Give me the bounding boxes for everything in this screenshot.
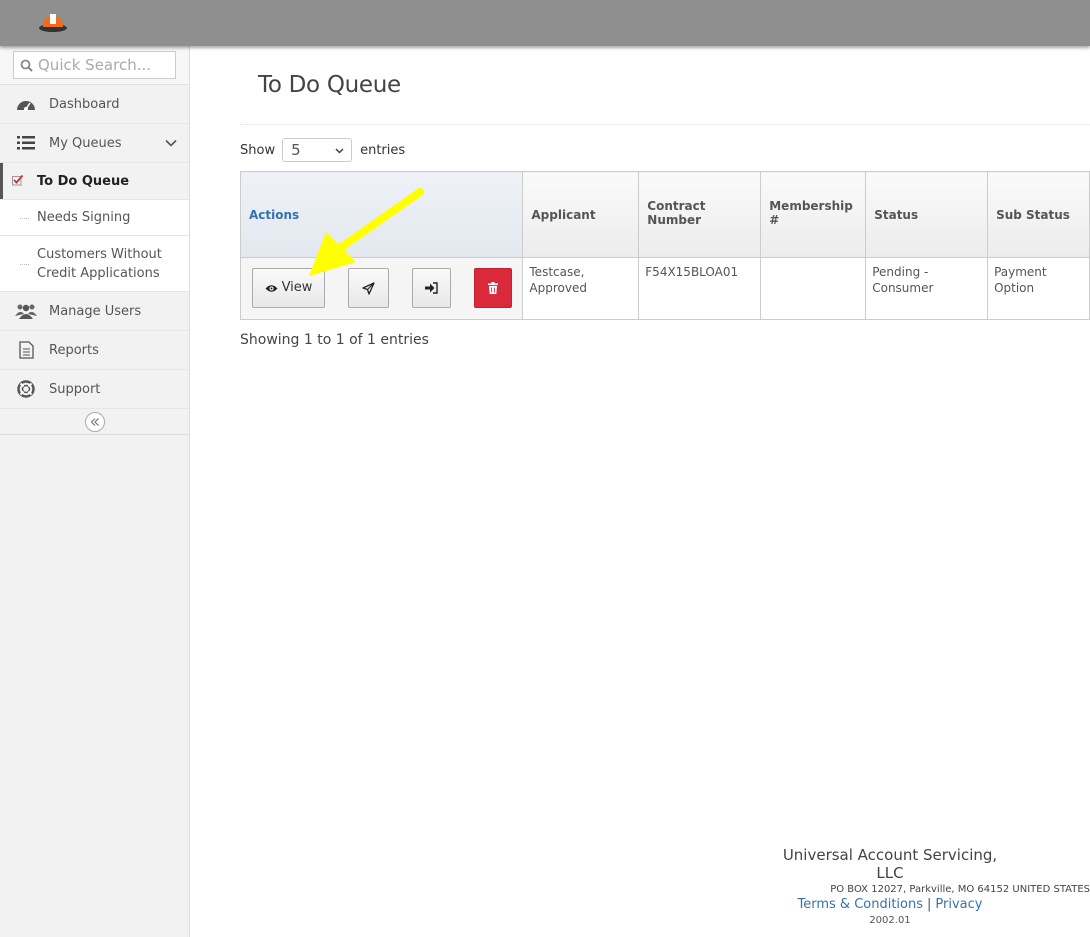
table-header-row: Actions Applicant Contract Number Member… xyxy=(239,171,1090,258)
terms-link[interactable]: Terms & Conditions xyxy=(798,897,924,912)
sidebar-item-label: Reports xyxy=(49,342,99,358)
title-divider xyxy=(240,124,1090,125)
column-header-sub-status[interactable]: Sub Status xyxy=(987,171,1090,258)
applicant-cell: Testcase, Approved xyxy=(522,257,640,320)
footer-address: PO BOX 12027, Parkville, MO 64152 UNITED… xyxy=(830,884,1090,895)
sidebar-item-label: Customers Without Credit Applications xyxy=(37,246,162,281)
actions-cell: View xyxy=(239,257,524,320)
sidebar-item-to-do-queue[interactable]: To Do Queue xyxy=(0,163,189,200)
page-length-select[interactable]: 5 xyxy=(282,138,353,162)
top-bar xyxy=(0,0,1090,46)
column-header-actions[interactable]: Actions xyxy=(239,171,524,258)
page-title: To Do Queue xyxy=(258,72,401,98)
view-button[interactable]: View xyxy=(252,268,325,308)
main-content: To Do Queue Show 5 entries Actions Appli… xyxy=(190,46,1090,937)
contract-number-cell: F54X15BLOA01 xyxy=(638,257,762,320)
sidebar-item-manage-users[interactable]: Manage Users xyxy=(0,292,189,331)
sub-status-cell: Payment Option xyxy=(987,257,1090,320)
footer-links: Terms & Conditions | Privacy xyxy=(670,897,1010,912)
sidebar-item-label: Needs Signing xyxy=(37,210,131,225)
send-button[interactable] xyxy=(348,268,389,308)
privacy-link[interactable]: Privacy xyxy=(935,897,982,912)
paper-plane-icon xyxy=(362,281,375,295)
footer-company: Universal Account Servicing, LLC xyxy=(782,846,998,882)
sidebar-item-label: To Do Queue xyxy=(37,173,130,189)
sidebar-collapse-row xyxy=(0,409,189,435)
quick-search-box[interactable] xyxy=(13,51,176,79)
users-icon xyxy=(15,302,37,320)
column-header-applicant[interactable]: Applicant xyxy=(522,171,640,258)
view-button-label: View xyxy=(281,280,313,295)
sidebar: Dashboard My Queues To Do Queue Needs Si… xyxy=(0,46,190,937)
column-header-status[interactable]: Status xyxy=(865,171,989,258)
dashboard-icon xyxy=(15,95,37,113)
membership-cell xyxy=(760,257,867,320)
checkbox-checked-icon xyxy=(12,174,24,186)
trash-icon xyxy=(488,282,498,294)
search-icon xyxy=(20,59,33,72)
show-label: Show xyxy=(240,142,276,158)
list-icon xyxy=(15,134,37,152)
eye-icon xyxy=(265,284,278,292)
sidebar-item-label: My Queues xyxy=(49,135,122,151)
footer-separator: | xyxy=(927,897,932,912)
table-info: Showing 1 to 1 of 1 entries xyxy=(240,332,429,348)
search-area xyxy=(0,46,189,85)
chevron-down-icon xyxy=(335,148,344,154)
column-header-contract-number[interactable]: Contract Number xyxy=(638,171,762,258)
table-row: View Testcase, Approved F54X15BLOA01 Pen… xyxy=(239,257,1090,320)
sidebar-item-label: Support xyxy=(49,381,101,397)
delete-button[interactable] xyxy=(474,268,512,308)
queue-table: Actions Applicant Contract Number Member… xyxy=(239,171,1090,320)
page-length-control: Show 5 entries xyxy=(240,138,405,162)
quick-search-input[interactable] xyxy=(38,56,168,74)
sidebar-item-my-queues[interactable]: My Queues xyxy=(0,124,189,163)
double-chevron-left-icon xyxy=(90,417,99,426)
status-cell: Pending - Consumer xyxy=(865,257,989,320)
page-length-value: 5 xyxy=(291,141,301,159)
entries-label: entries xyxy=(360,142,406,158)
collapse-sidebar-button[interactable] xyxy=(84,411,105,432)
chevron-down-icon xyxy=(165,139,177,147)
document-icon xyxy=(15,341,37,359)
sidebar-item-customers-without-credit[interactable]: Customers Without Credit Applications xyxy=(0,236,189,292)
sidebar-item-label: Dashboard xyxy=(49,96,120,112)
lifebuoy-icon xyxy=(15,380,37,398)
footer: Universal Account Servicing, LLC PO BOX … xyxy=(670,846,1090,926)
sidebar-item-reports[interactable]: Reports xyxy=(0,331,189,370)
column-header-membership[interactable]: Membership # xyxy=(760,171,867,258)
footer-version: 2002.01 xyxy=(869,915,911,926)
logo-icon[interactable] xyxy=(38,10,68,34)
sidebar-item-dashboard[interactable]: Dashboard xyxy=(0,85,189,124)
sidebar-item-label: Manage Users xyxy=(49,303,142,319)
sidebar-item-support[interactable]: Support xyxy=(0,370,189,409)
sign-in-icon xyxy=(425,282,438,294)
sign-in-button[interactable] xyxy=(412,268,451,308)
sidebar-item-needs-signing[interactable]: Needs Signing xyxy=(0,200,189,236)
